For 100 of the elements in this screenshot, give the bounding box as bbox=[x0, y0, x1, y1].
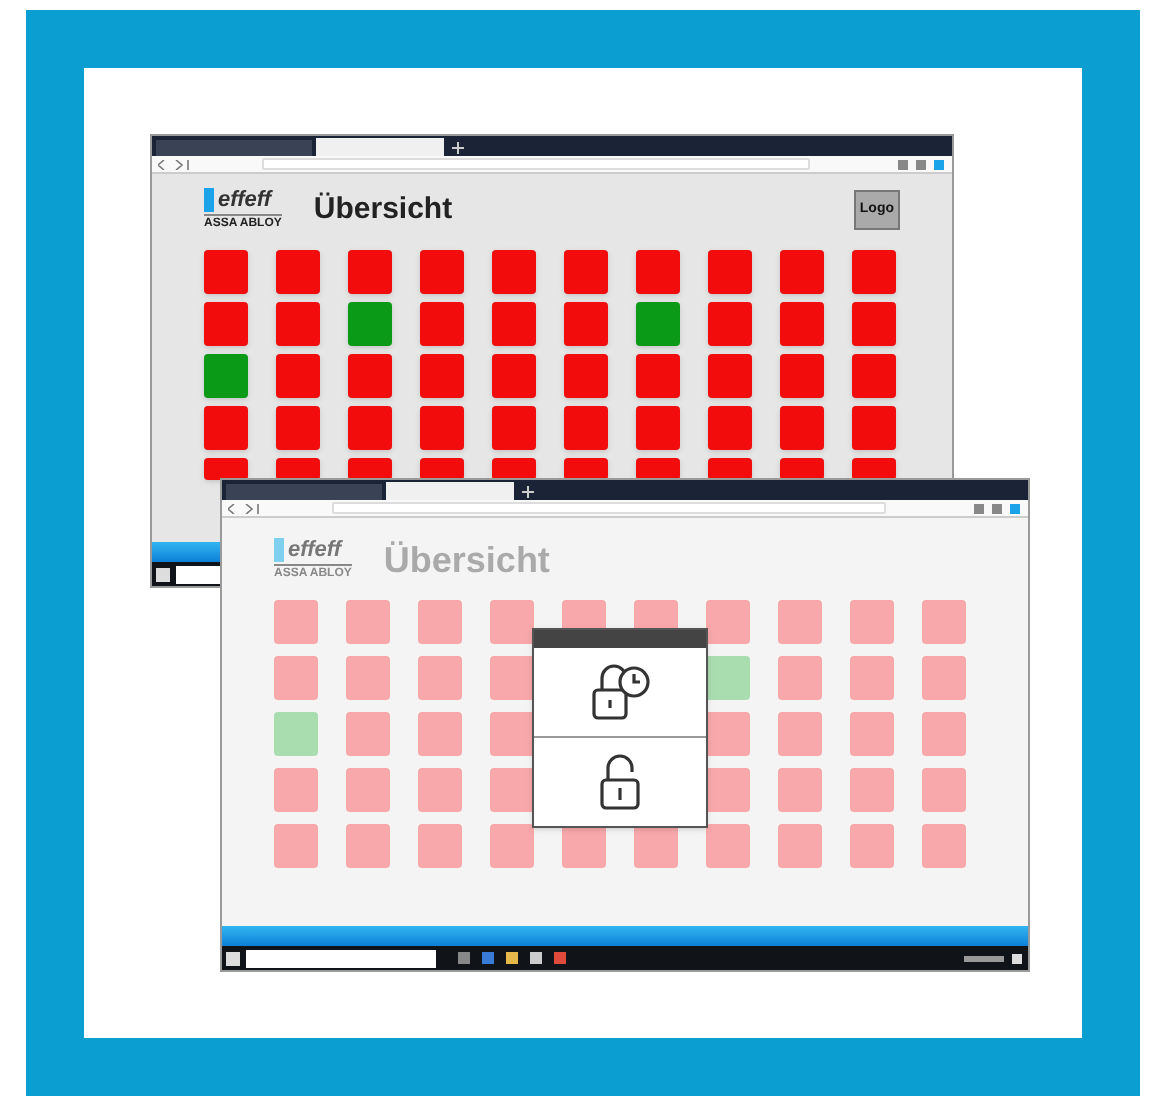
door-tile[interactable] bbox=[706, 824, 750, 868]
door-tile[interactable] bbox=[780, 302, 824, 346]
door-tile[interactable] bbox=[346, 600, 390, 644]
door-tile[interactable] bbox=[492, 250, 536, 294]
door-tile[interactable] bbox=[636, 250, 680, 294]
door-tile[interactable] bbox=[780, 458, 824, 480]
address-field[interactable] bbox=[332, 502, 886, 514]
door-tile[interactable] bbox=[276, 458, 320, 480]
door-tile[interactable] bbox=[418, 768, 462, 812]
door-tile[interactable] bbox=[204, 458, 248, 480]
door-tile[interactable] bbox=[490, 712, 534, 756]
door-tile[interactable] bbox=[852, 458, 896, 480]
door-tile[interactable] bbox=[348, 302, 392, 346]
door-tile[interactable] bbox=[490, 600, 534, 644]
browser-tab[interactable] bbox=[386, 482, 514, 500]
door-tile[interactable] bbox=[706, 656, 750, 700]
door-tile[interactable] bbox=[274, 768, 318, 812]
door-tile[interactable] bbox=[204, 354, 248, 398]
door-tile[interactable] bbox=[780, 406, 824, 450]
door-tile[interactable] bbox=[852, 302, 896, 346]
door-tile[interactable] bbox=[204, 406, 248, 450]
door-tile[interactable] bbox=[418, 824, 462, 868]
door-tile[interactable] bbox=[778, 600, 822, 644]
door-tile[interactable] bbox=[780, 354, 824, 398]
door-tile[interactable] bbox=[850, 768, 894, 812]
door-tile[interactable] bbox=[708, 406, 752, 450]
door-tile[interactable] bbox=[492, 354, 536, 398]
door-tile[interactable] bbox=[706, 600, 750, 644]
door-tile[interactable] bbox=[852, 354, 896, 398]
browser-tab[interactable] bbox=[316, 138, 444, 156]
address-field[interactable] bbox=[262, 158, 810, 170]
door-tile[interactable] bbox=[276, 406, 320, 450]
door-tile[interactable] bbox=[850, 600, 894, 644]
door-tile[interactable] bbox=[346, 712, 390, 756]
door-tile[interactable] bbox=[492, 302, 536, 346]
door-tile[interactable] bbox=[420, 406, 464, 450]
door-tile[interactable] bbox=[922, 824, 966, 868]
door-tile[interactable] bbox=[420, 302, 464, 346]
door-tile[interactable] bbox=[778, 768, 822, 812]
door-tile[interactable] bbox=[636, 406, 680, 450]
door-tile[interactable] bbox=[564, 354, 608, 398]
door-tile[interactable] bbox=[346, 768, 390, 812]
door-tile[interactable] bbox=[634, 824, 678, 868]
door-tile[interactable] bbox=[274, 656, 318, 700]
door-tile[interactable] bbox=[852, 406, 896, 450]
door-tile[interactable] bbox=[708, 354, 752, 398]
door-tile[interactable] bbox=[418, 656, 462, 700]
door-tile[interactable] bbox=[204, 302, 248, 346]
door-tile[interactable] bbox=[274, 600, 318, 644]
door-tile[interactable] bbox=[706, 712, 750, 756]
door-tile[interactable] bbox=[492, 406, 536, 450]
door-tile[interactable] bbox=[922, 600, 966, 644]
unlock-option[interactable] bbox=[534, 648, 706, 736]
door-tile[interactable] bbox=[490, 768, 534, 812]
door-tile[interactable] bbox=[346, 656, 390, 700]
door-tile[interactable] bbox=[564, 250, 608, 294]
door-tile[interactable] bbox=[708, 250, 752, 294]
door-tile[interactable] bbox=[490, 824, 534, 868]
door-tile[interactable] bbox=[420, 354, 464, 398]
door-tile[interactable] bbox=[850, 656, 894, 700]
door-tile[interactable] bbox=[420, 250, 464, 294]
door-tile[interactable] bbox=[418, 600, 462, 644]
door-tile[interactable] bbox=[490, 656, 534, 700]
search-field[interactable] bbox=[246, 949, 436, 967]
door-tile[interactable] bbox=[276, 250, 320, 294]
door-tile[interactable] bbox=[706, 768, 750, 812]
door-tile[interactable] bbox=[778, 712, 822, 756]
door-tile[interactable] bbox=[708, 302, 752, 346]
door-tile[interactable] bbox=[418, 712, 462, 756]
door-tile[interactable] bbox=[850, 824, 894, 868]
door-tile[interactable] bbox=[348, 354, 392, 398]
door-tile[interactable] bbox=[850, 712, 894, 756]
door-tile[interactable] bbox=[780, 250, 824, 294]
door-tile[interactable] bbox=[778, 656, 822, 700]
door-tile[interactable] bbox=[348, 458, 392, 480]
door-tile[interactable] bbox=[636, 458, 680, 480]
door-tile[interactable] bbox=[420, 458, 464, 480]
door-tile[interactable] bbox=[492, 458, 536, 480]
door-tile[interactable] bbox=[708, 458, 752, 480]
door-tile[interactable] bbox=[922, 712, 966, 756]
door-tile[interactable] bbox=[564, 302, 608, 346]
door-tile[interactable] bbox=[852, 250, 896, 294]
door-tile[interactable] bbox=[274, 712, 318, 756]
door-tile[interactable] bbox=[778, 824, 822, 868]
door-tile[interactable] bbox=[636, 354, 680, 398]
door-tile[interactable] bbox=[636, 302, 680, 346]
unlock-option[interactable] bbox=[534, 736, 706, 826]
door-tile[interactable] bbox=[922, 768, 966, 812]
door-tile[interactable] bbox=[562, 824, 606, 868]
door-tile[interactable] bbox=[276, 302, 320, 346]
door-tile[interactable] bbox=[348, 406, 392, 450]
door-tile[interactable] bbox=[274, 824, 318, 868]
door-tile[interactable] bbox=[922, 656, 966, 700]
browser-tab[interactable] bbox=[156, 140, 312, 156]
door-tile[interactable] bbox=[564, 406, 608, 450]
door-tile[interactable] bbox=[204, 250, 248, 294]
door-tile[interactable] bbox=[276, 354, 320, 398]
browser-tab[interactable] bbox=[226, 484, 382, 500]
door-tile[interactable] bbox=[564, 458, 608, 480]
search-field[interactable] bbox=[176, 565, 220, 583]
